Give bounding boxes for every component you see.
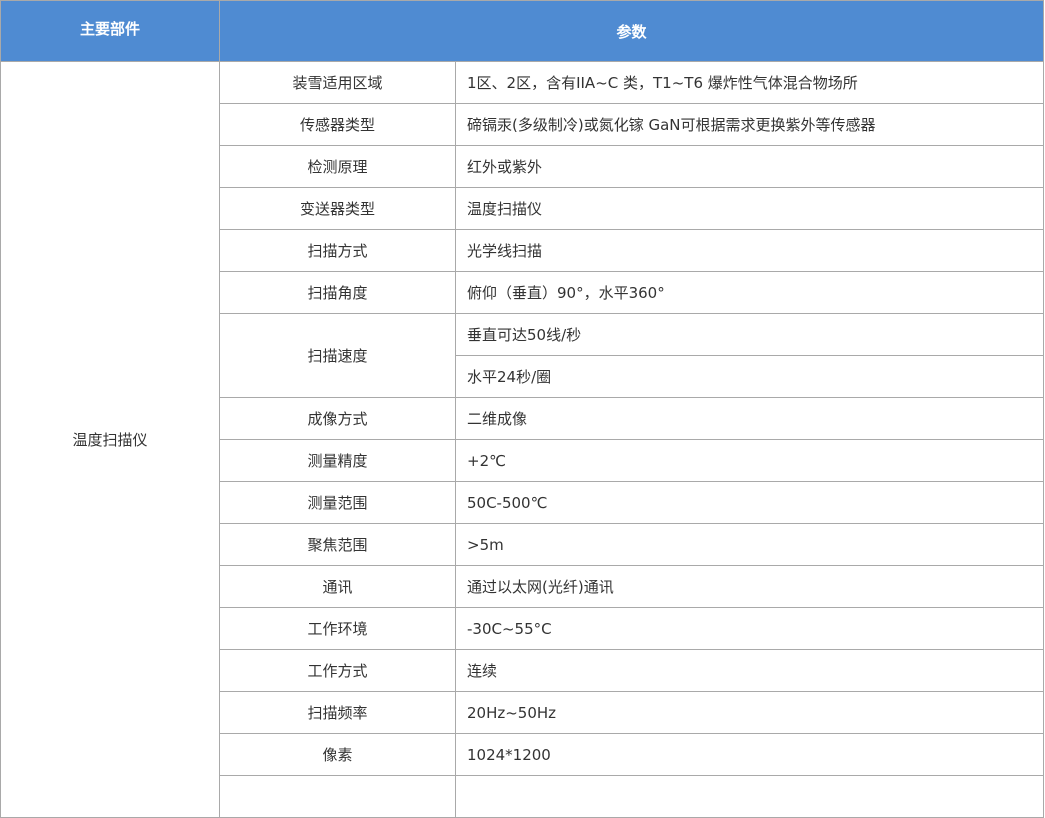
component-cell: 温度扫描仪 xyxy=(0,61,220,818)
param-name-cell: 检测原理 xyxy=(219,145,456,188)
param-name-cell: 扫描速度 xyxy=(219,313,456,398)
param-value-cell: -30C~55°C xyxy=(454,607,1045,650)
param-value-cell: +2℃ xyxy=(454,439,1045,482)
param-name-cell: 成像方式 xyxy=(219,397,456,440)
param-name-cell: 像素 xyxy=(219,733,456,776)
param-value-cell: >5m xyxy=(454,523,1045,566)
param-value-cell: 垂直可达50线/秒 xyxy=(454,313,1045,356)
param-value-cell xyxy=(454,775,1045,818)
table-row: 温度扫描仪 装雪适用区域 1区、2区，含有IIA~C 类，T1~T6 爆炸性气体混合… xyxy=(0,61,1045,818)
param-value-cell: 1024*1200 xyxy=(454,733,1045,776)
param-name-cell: 传感器类型 xyxy=(219,103,456,146)
param-name-cell: 扫描频率 xyxy=(219,691,456,734)
param-value-cell: 碲镉汞(多级制冷)或氮化镓 GaN可根据需求更换紫外等传感器 xyxy=(454,103,1045,146)
param-name-cell: 扫描角度 xyxy=(219,271,456,314)
spec-table: 主要部件 参数 温度扫描仪 装雪适用区域 1区、2区，含有IIA~C 类，T1~T6… xyxy=(0,0,1045,818)
param-name-cell: 聚焦范围 xyxy=(219,523,456,566)
param-name-cell: 测量精度 xyxy=(219,439,456,482)
header-parameters: 参数 xyxy=(218,0,1045,62)
spec-table-body: 温度扫描仪 装雪适用区域 1区、2区，含有IIA~C 类，T1~T6 爆炸性气体混合… xyxy=(0,61,1045,818)
param-value-cell: 连续 xyxy=(454,649,1045,692)
param-value-cell: 20Hz~50Hz xyxy=(454,691,1045,734)
param-name-cell: 通讯 xyxy=(219,565,456,608)
header-main-component: 主要部件 xyxy=(0,0,220,62)
param-name-cell: 测量范围 xyxy=(219,481,456,524)
param-name-cell: 工作环境 xyxy=(219,607,456,650)
param-name-cell xyxy=(219,775,456,818)
param-value-cell: 1区、2区，含有IIA~C 类，T1~T6 爆炸性气体混合物场所 xyxy=(454,61,1045,104)
param-value-cell: 50C-500℃ xyxy=(454,481,1045,524)
param-value-cell: 光学线扫描 xyxy=(454,229,1045,272)
param-value-cell: 红外或紫外 xyxy=(454,145,1045,188)
param-name-cell: 装雪适用区域 xyxy=(219,61,456,104)
param-name-cell: 扫描方式 xyxy=(219,229,456,272)
param-name-cell: 工作方式 xyxy=(219,649,456,692)
header-row: 主要部件 参数 xyxy=(0,0,1045,62)
param-value-cell: 俯仰（垂直）90°，水平360° xyxy=(454,271,1045,314)
param-value-cell: 通过以太网(光纤)通讯 xyxy=(454,565,1045,608)
param-value-cell: 二维成像 xyxy=(454,397,1045,440)
param-value-cell: 温度扫描仪 xyxy=(454,187,1045,230)
param-value-cell: 水平24秒/圈 xyxy=(454,355,1045,398)
param-name-cell: 变送器类型 xyxy=(219,187,456,230)
